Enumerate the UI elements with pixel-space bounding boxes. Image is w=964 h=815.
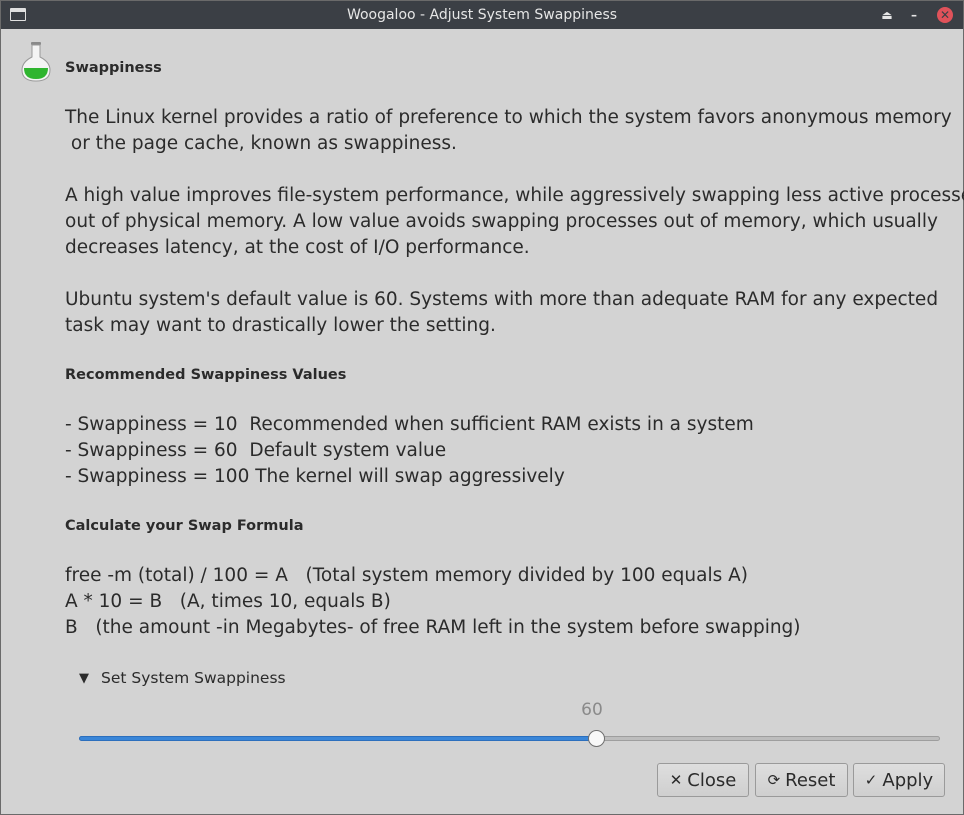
apply-button-label: Apply <box>882 769 934 791</box>
checkmark-icon: ✓ <box>864 771 878 789</box>
formula-line: A * 10 = B (A, times 10, equals B) <box>65 591 391 612</box>
formula-heading: Calculate your Swap Formula <box>65 518 304 534</box>
close-button-label: Close <box>687 769 737 791</box>
recommended-item: - Swappiness = 10 Recommended when suffi… <box>65 414 754 435</box>
intro-paragraph: The Linux kernel provides a ratio of pre… <box>65 107 952 154</box>
swappiness-slider[interactable] <box>79 729 940 749</box>
slider-thumb[interactable] <box>588 730 605 747</box>
title-bar[interactable]: Woogaloo - Adjust System Swappiness ⏏ – … <box>1 1 963 29</box>
close-button[interactable]: ✕ Close <box>657 763 749 797</box>
recommended-item: - Swappiness = 100 The kernel will swap … <box>65 466 565 487</box>
explanation-paragraph: A high value improves file-system perfor… <box>65 185 964 258</box>
expander-label: Set System Swappiness <box>101 669 286 687</box>
slider-fill <box>79 736 596 741</box>
app-window: Woogaloo - Adjust System Swappiness ⏏ – … <box>0 0 964 815</box>
apply-button[interactable]: ✓ Apply <box>853 763 945 797</box>
window-title: Woogaloo - Adjust System Swappiness <box>346 7 618 23</box>
swappiness-expander[interactable]: ▼ Set System Swappiness <box>79 669 286 687</box>
slider-value-label: 60 <box>581 700 603 720</box>
refresh-icon: ⟳ <box>767 771 781 789</box>
page-title: Swappiness <box>65 60 162 76</box>
expander-arrow-icon: ▼ <box>79 670 89 686</box>
close-icon: ✕ <box>669 771 683 789</box>
close-icon: ✕ <box>937 7 953 23</box>
recommended-item: - Swappiness = 60 Default system value <box>65 440 447 461</box>
shade-button[interactable]: ⏏ <box>877 5 897 25</box>
reset-button[interactable]: ⟳ Reset <box>755 763 848 797</box>
recommended-heading: Recommended Swappiness Values <box>65 367 347 383</box>
close-window-button[interactable]: ✕ <box>935 5 955 25</box>
default-note-paragraph: Ubuntu system's default value is 60. Sys… <box>65 289 939 336</box>
flask-icon <box>21 42 51 82</box>
formula-line: free -m (total) / 100 = A (Total system … <box>65 565 748 586</box>
formula-line: B (the amount -in Megabytes- of free RAM… <box>65 617 801 638</box>
reset-button-label: Reset <box>785 769 836 791</box>
minimize-button[interactable]: – <box>904 5 924 25</box>
